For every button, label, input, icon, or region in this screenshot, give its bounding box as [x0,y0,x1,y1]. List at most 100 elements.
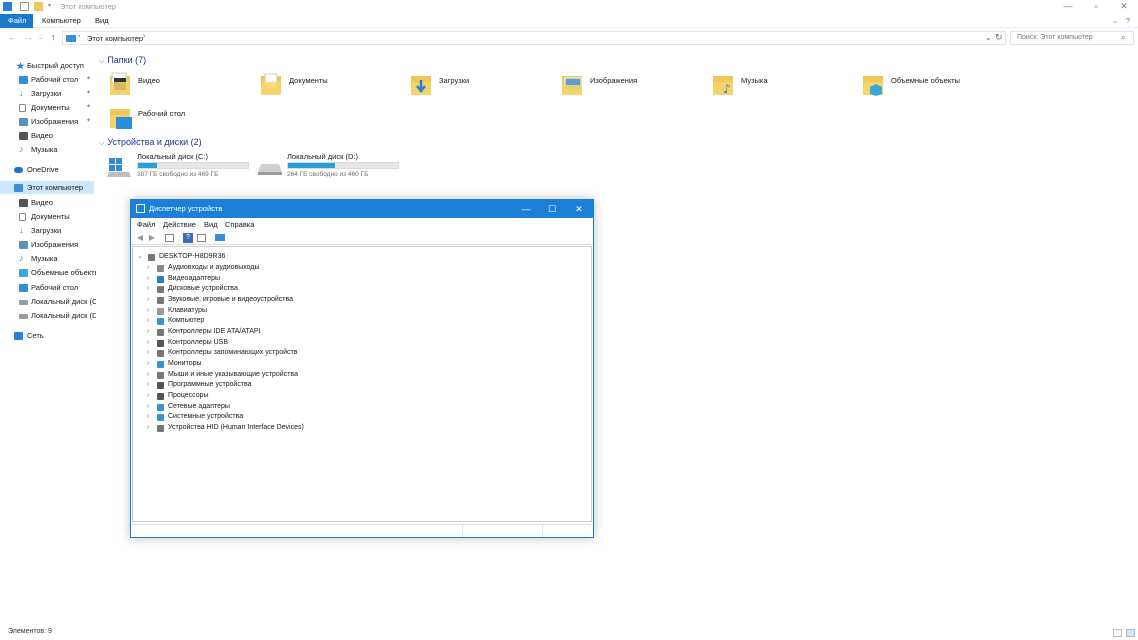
folder-music[interactable]: ♪ Музыка [713,72,853,104]
device-manager-title-bar[interactable]: Диспетчер устройств — ☐ ✕ [131,200,593,218]
expand-chevron-icon[interactable]: › [147,306,149,316]
sidebar-item-onedrive[interactable]: OneDrive [0,163,96,176]
expand-chevron-icon[interactable]: › [147,338,149,348]
expand-chevron-icon[interactable]: › [147,263,149,273]
tree-node[interactable]: › Устройства HID (Human Interface Devices… [147,423,447,433]
sidebar-item-video[interactable]: Видео [0,196,96,209]
expand-chevron-icon[interactable]: › [147,402,149,412]
expand-chevron-icon[interactable]: › [147,380,149,390]
sidebar-item-documents-pinned[interactable]: Документы ✦ [0,101,96,114]
search-box[interactable]: Поиск: Этот компьютер ⌕ [1010,31,1134,45]
recent-locations-button[interactable]: ⌄ [38,34,43,41]
tree-node[interactable]: › Контроллеры USB [147,338,447,348]
dm-menu-view[interactable]: Вид [204,220,218,229]
folder-3d-objects[interactable]: Объемные объекты [863,72,1003,104]
tree-root-computer[interactable]: ⌄ DESKTOP-H8D9R36 [137,252,337,262]
address-bar[interactable]: › Этот компьютер › ⌄ ↻ [62,31,1006,45]
folder-downloads[interactable]: Загрузки [411,72,551,104]
sidebar-item-network[interactable]: Сеть [0,329,96,342]
drive-d[interactable]: Локальный диск (D:) 264 ГБ свободно из 4… [257,152,402,178]
minimize-button[interactable]: — [1054,0,1082,13]
sidebar-item-drive-d[interactable]: Локальный диск (D [0,309,96,322]
sidebar-item-this-pc[interactable]: Этот компьютер [0,181,94,194]
sidebar-item-music[interactable]: ♪ Музыка [0,252,96,265]
expand-chevron-icon[interactable]: › [147,316,149,326]
tree-node[interactable]: › Мониторы [147,359,447,369]
sidebar-item-downloads[interactable]: ↓ Загрузки [0,224,96,237]
tree-node[interactable]: › Системные устройства [147,412,447,422]
forward-button[interactable]: → [24,32,33,42]
tree-node[interactable]: › Процессоры [147,391,447,401]
expand-chevron-icon[interactable]: › [147,284,149,294]
qat-dropdown-icon[interactable]: ▾ [48,2,57,11]
dm-menu-action[interactable]: Действие [163,220,196,229]
tree-node[interactable]: › Дисковые устройства [147,284,447,294]
up-button[interactable]: ↑ [51,32,56,42]
expand-chevron-icon[interactable]: › [147,391,149,401]
maximize-button[interactable]: ▫ [1082,0,1110,13]
drives-section-header[interactable]: ⌵ Устройства и диски (2) [99,137,202,148]
back-button[interactable]: ← [8,32,17,42]
show-hide-tree-icon[interactable] [165,234,174,242]
close-button[interactable]: ✕ [1110,0,1138,13]
tree-node[interactable]: › Контроллеры IDE ATA/ATAPI [147,327,447,337]
forward-icon[interactable]: ▶ [147,233,157,243]
tree-node[interactable]: › Клавиатуры [147,306,447,316]
tree-node[interactable]: › Компьютер [147,316,447,326]
breadcrumb-chevron-icon[interactable]: › [78,33,80,40]
help-icon[interactable]: ? [183,233,193,243]
collapse-chevron-icon[interactable]: ⌵ [99,58,104,65]
tree-node[interactable]: › Мыши и иные указывающие устройства [147,370,447,380]
pin-icon[interactable]: ✦ [86,115,91,128]
sidebar-item-documents[interactable]: Документы [0,210,96,223]
folders-section-header[interactable]: ⌵ Папки (7) [99,55,146,66]
pin-icon[interactable]: ✦ [86,87,91,100]
expand-chevron-icon[interactable]: › [147,327,149,337]
folder-pictures[interactable]: Изображения [562,72,702,104]
expand-chevron-icon[interactable]: ⌄ [137,252,143,262]
folder-desktop[interactable]: Рабочий стол [110,105,250,137]
search-input[interactable]: Поиск: Этот компьютер [1017,34,1093,41]
drive-c[interactable]: Локальный диск (C:) 387 ГБ свободно из 4… [107,152,252,178]
dm-close-button[interactable]: ✕ [565,202,593,216]
tree-node[interactable]: › Видеоадаптеры [147,274,447,284]
expand-chevron-icon[interactable]: › [147,423,149,433]
tree-node[interactable]: › Звуковые, игровые и видеоустройства [147,295,447,305]
ribbon-expand-icon[interactable]: ⌄ [1112,14,1118,28]
expand-chevron-icon[interactable]: › [147,274,149,284]
dm-minimize-button[interactable]: — [512,202,540,216]
pin-icon[interactable]: ✦ [86,73,91,86]
sidebar-item-video-quick[interactable]: Видео [0,129,96,142]
tree-node[interactable]: › Аудиовходы и аудиовыходы [147,263,447,273]
sidebar-item-desktop-pinned[interactable]: Рабочий стол ✦ [0,73,96,86]
dm-menu-help[interactable]: Справка [225,220,254,229]
properties-icon[interactable] [197,234,206,242]
sidebar-item-quick-access[interactable]: Быстрый доступ [0,59,96,72]
sidebar-item-desktop[interactable]: Рабочий стол [0,281,96,294]
expand-chevron-icon[interactable]: › [147,348,149,358]
new-folder-qat-icon[interactable] [34,2,43,11]
tree-node[interactable]: › Программные устройства [147,380,447,390]
expand-chevron-icon[interactable]: › [147,412,149,422]
properties-qat-icon[interactable] [20,2,29,11]
tab-file[interactable]: Файл [0,14,33,28]
folder-documents[interactable]: Документы [261,72,401,104]
help-icon[interactable]: ? [1126,14,1130,28]
sidebar-item-downloads-pinned[interactable]: ↓ Загрузки ✦ [0,87,96,100]
monitor-scan-icon[interactable] [215,234,225,241]
details-view-icon[interactable] [1113,629,1122,637]
expand-chevron-icon[interactable]: › [147,370,149,380]
sidebar-item-drive-c[interactable]: Локальный диск (C [0,295,96,308]
pin-icon[interactable]: ✦ [86,101,91,114]
dm-menu-file[interactable]: Файл [137,220,155,229]
tab-computer[interactable]: Компьютер [42,14,81,28]
tree-node[interactable]: › Контроллеры запоминающих устройств [147,348,447,358]
back-icon[interactable]: ◀ [135,233,145,243]
collapse-chevron-icon[interactable]: ⌵ [99,140,104,147]
large-icons-view-icon[interactable] [1126,629,1135,637]
breadcrumb-chevron-icon[interactable]: › [143,33,145,40]
expand-chevron-icon[interactable]: › [147,295,149,305]
sidebar-item-pictures[interactable]: Изображения [0,238,96,251]
sidebar-item-pictures-pinned[interactable]: Изображения ✦ [0,115,96,128]
tab-view[interactable]: Вид [95,14,109,28]
